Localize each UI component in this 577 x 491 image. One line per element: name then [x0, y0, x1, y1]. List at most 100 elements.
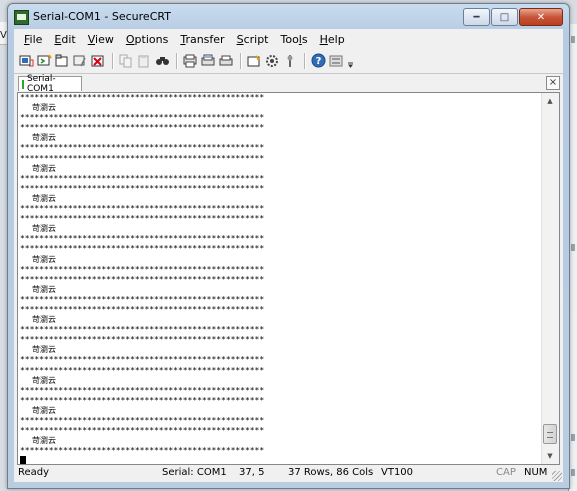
- svg-text:?: ?: [315, 56, 321, 67]
- scroll-thumb[interactable]: [543, 424, 557, 444]
- close-icon: ×: [548, 77, 558, 88]
- tab-serial-com1[interactable]: Serial-COM1: [18, 74, 82, 94]
- terminal-line: ****************************************…: [20, 113, 265, 123]
- terminal-line: 苛瀏云: [32, 375, 56, 385]
- terminal-line: ****************************************…: [20, 416, 265, 425]
- client-area: File Edit View Options Transfer Script Tools He…: [14, 29, 563, 482]
- terminal-line: ****************************************…: [20, 426, 265, 436]
- terminal-line: 苛瀏云: [32, 133, 56, 143]
- terminal-line: ****************************************…: [20, 143, 265, 153]
- window-title: Serial-COM1 - SecureCRT: [33, 10, 171, 23]
- button-bar-icon[interactable]: [328, 53, 344, 69]
- resize-grip[interactable]: [552, 471, 562, 481]
- securecrt-window: Serial-COM1 - SecureCRT ━ □ ✕ File Edit Vi…: [7, 3, 570, 489]
- session-tab-strip: Serial-COM1 ×: [14, 73, 563, 94]
- app-icon[interactable]: [14, 10, 29, 25]
- terminal-line: 苛瀏云: [32, 345, 56, 355]
- print-screen-icon[interactable]: [182, 53, 198, 69]
- terminal-line: ****************************************…: [20, 355, 265, 365]
- overflow-icon[interactable]: [346, 53, 354, 69]
- close-tab-button[interactable]: ×: [546, 76, 560, 90]
- terminal-line: ****************************************…: [20, 294, 265, 304]
- connection-status-indicator: [22, 79, 24, 89]
- maximize-icon: □: [499, 11, 510, 23]
- menu-help[interactable]: Help: [314, 33, 351, 46]
- terminal-line: ****************************************…: [20, 93, 265, 102]
- terminal-line: ****************************************…: [20, 395, 265, 405]
- close-button[interactable]: ✕: [519, 8, 563, 26]
- quick-connect-icon[interactable]: [36, 53, 52, 69]
- menu-script[interactable]: Script: [231, 33, 275, 46]
- terminal-line: ****************************************…: [20, 335, 265, 345]
- scroll-up-arrow[interactable]: ▲: [542, 93, 558, 109]
- minimize-icon: ━: [473, 11, 480, 23]
- minimize-button[interactable]: ━: [463, 8, 490, 26]
- print-icon[interactable]: [218, 53, 234, 69]
- terminal-view[interactable]: ****************************************…: [17, 92, 560, 465]
- close-icon: ✕: [536, 11, 546, 23]
- toolbar: ?: [14, 50, 563, 71]
- find-icon[interactable]: [154, 53, 170, 69]
- toolbar-separator: [176, 52, 178, 69]
- copy-icon[interactable]: [118, 53, 134, 69]
- toolbar-separator: [112, 52, 114, 69]
- menu-options[interactable]: Options: [120, 33, 174, 46]
- terminal-line: 苛瀏云: [32, 103, 56, 113]
- terminal-line: 苛瀏云: [32, 405, 56, 415]
- terminal-line: ****************************************…: [20, 446, 265, 456]
- menu-view[interactable]: View: [82, 33, 120, 46]
- connect-icon[interactable]: [18, 53, 34, 69]
- maximize-button[interactable]: □: [491, 8, 518, 26]
- caption-buttons: ━ □ ✕: [462, 8, 563, 26]
- disconnect-icon[interactable]: [90, 53, 106, 69]
- menu-file[interactable]: File: [18, 33, 48, 46]
- tab-label: Serial-COM1: [26, 74, 56, 94]
- terminal-line: 苛瀏云: [32, 163, 56, 173]
- terminal-output[interactable]: ****************************************…: [18, 93, 542, 464]
- status-bar: Ready Serial: COM1 37, 5 37 Rows, 86 Col…: [14, 465, 563, 481]
- reconnect-icon[interactable]: [72, 53, 88, 69]
- terminal-line: ****************************************…: [20, 183, 265, 193]
- scroll-down-arrow[interactable]: ▼: [542, 448, 558, 464]
- session-options-icon[interactable]: [246, 53, 262, 69]
- menu-bar: File Edit View Options Transfer Script Tools He…: [14, 29, 563, 49]
- status-caps-lock: CAP: [496, 467, 516, 478]
- help-icon[interactable]: ?: [310, 53, 326, 69]
- status-emulation: VT100: [381, 467, 414, 478]
- toolbar-separator: [304, 52, 306, 69]
- global-options-icon[interactable]: [264, 53, 280, 69]
- terminal-line: ****************************************…: [20, 385, 265, 395]
- terminal-line: ****************************************…: [20, 214, 265, 224]
- status-serial-port: Serial: COM1: [162, 467, 227, 478]
- terminal-line: ****************************************…: [20, 325, 265, 335]
- terminal-line: 苛瀏云: [32, 193, 56, 203]
- status-cursor-position: 37, 5: [239, 467, 265, 478]
- terminal-line: ****************************************…: [20, 274, 265, 284]
- terminal-line: 苛瀏云: [32, 284, 56, 294]
- keymap-icon[interactable]: [282, 53, 298, 69]
- title-bar[interactable]: Serial-COM1 - SecureCRT ━ □ ✕: [8, 4, 569, 28]
- terminal-line: ****************************************…: [20, 365, 265, 375]
- terminal-line: ****************************************…: [20, 234, 265, 244]
- paste-icon[interactable]: [136, 53, 152, 69]
- vertical-scrollbar[interactable]: ▲ ▼: [541, 93, 559, 464]
- connect-in-tab-icon[interactable]: [54, 53, 70, 69]
- menu-edit[interactable]: Edit: [48, 33, 81, 46]
- terminal-line: ****************************************…: [20, 304, 265, 314]
- status-num-lock: NUM: [524, 467, 548, 478]
- terminal-line: ****************************************…: [20, 204, 265, 214]
- status-ready: Ready: [18, 467, 50, 478]
- menu-tools[interactable]: Tools: [274, 33, 313, 46]
- print-selection-icon[interactable]: [200, 53, 216, 69]
- menu-transfer[interactable]: Transfer: [174, 33, 230, 46]
- terminal-cursor: [20, 456, 26, 464]
- terminal-line: 苛瀏云: [32, 315, 56, 325]
- terminal-line: ****************************************…: [20, 153, 265, 163]
- terminal-cursor-line: [20, 456, 542, 464]
- terminal-line: ****************************************…: [20, 264, 265, 274]
- terminal-line: ****************************************…: [20, 123, 265, 133]
- terminal-line: 苛瀏云: [32, 436, 56, 446]
- terminal-line: ****************************************…: [20, 173, 265, 183]
- status-terminal-size: 37 Rows, 86 Cols: [288, 467, 374, 478]
- terminal-line: 苛瀏云: [32, 224, 56, 234]
